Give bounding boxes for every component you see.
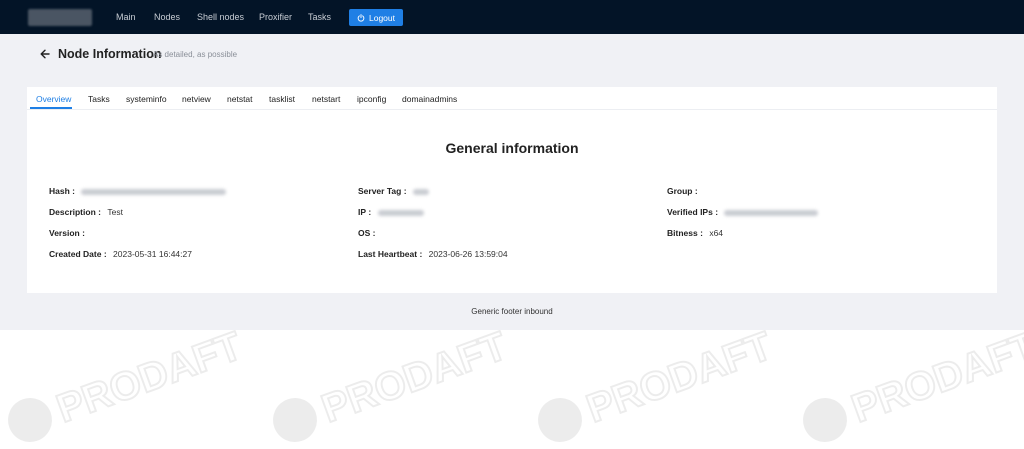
nav-item-tasks[interactable]: Tasks <box>308 12 331 22</box>
description-sep: : <box>98 207 101 217</box>
ip-value-redacted <box>377 209 424 216</box>
tab-bar: Overview Tasks systeminfo netview netsta… <box>27 87 997 110</box>
watermark-logo-icon <box>273 398 317 442</box>
back-arrow-icon[interactable] <box>39 48 51 60</box>
heartbeat-value: 2023-06-26 13:59:04 <box>428 249 508 259</box>
nav-item-proxifier[interactable]: Proxifier <box>259 12 292 22</box>
field-created-date: Created Date : 2023-05-31 16:44:27 <box>49 249 192 259</box>
watermark-tile: PRODAFT <box>8 323 249 442</box>
bitness-value: x64 <box>709 228 724 238</box>
verified-ips-sep: : <box>715 207 719 217</box>
page-title: Node Information <box>58 47 162 61</box>
top-navbar: Main Nodes Shell nodes Proxifier Tasks L… <box>0 0 1024 34</box>
section-title: General information <box>445 140 579 156</box>
power-icon <box>357 13 365 22</box>
field-server-tag: Server Tag : <box>358 186 429 196</box>
logout-label: Logout <box>369 12 395 23</box>
tab-tasklist[interactable]: tasklist <box>269 94 295 104</box>
watermark-logo-icon <box>803 398 847 442</box>
bitness-sep: : <box>700 228 703 238</box>
group-sep: : <box>694 186 698 196</box>
tab-ipconfig[interactable]: ipconfig <box>357 94 386 104</box>
tab-netview[interactable]: netview <box>182 94 211 104</box>
verified-ips-value-redacted <box>724 209 819 216</box>
created-value: 2023-05-31 16:44:27 <box>113 249 192 259</box>
tab-netstart[interactable]: netstart <box>312 94 340 104</box>
content-area: Node Information As detailed, as possibl… <box>0 34 1024 330</box>
watermark-text: PRODAFT <box>846 324 1024 431</box>
nav-item-main[interactable]: Main <box>116 12 136 22</box>
logout-button[interactable]: Logout <box>349 9 403 26</box>
watermark-text: PRODAFT <box>581 324 778 431</box>
server-tag-value-redacted <box>412 188 429 195</box>
field-os: OS : <box>358 228 376 238</box>
created-label: Created Date <box>49 249 102 259</box>
tab-netstat[interactable]: netstat <box>227 94 253 104</box>
heartbeat-sep: : <box>419 249 423 259</box>
os-label: OS <box>358 228 371 238</box>
server-tag-label: Server Tag <box>358 186 402 196</box>
field-ip: IP : <box>358 207 424 217</box>
bitness-label: Bitness <box>667 228 698 238</box>
field-hash: Hash : <box>49 186 227 196</box>
tab-overview[interactable]: Overview <box>36 94 71 104</box>
description-label: Description <box>49 207 96 217</box>
heartbeat-label: Last Heartbeat <box>358 249 418 259</box>
field-version: Version : <box>49 228 85 238</box>
server-tag-sep: : <box>403 186 407 196</box>
version-label: Version <box>49 228 80 238</box>
brand-logo[interactable] <box>28 9 92 26</box>
node-info-card: Overview Tasks systeminfo netview netsta… <box>27 87 997 293</box>
watermark-tile: PRODAFT <box>803 323 1024 442</box>
watermark-logo-icon <box>538 398 582 442</box>
field-bitness: Bitness : x64 <box>667 228 723 238</box>
field-group: Group : <box>667 186 698 196</box>
verified-ips-label: Verified IPs <box>667 207 713 217</box>
description-value: Test <box>107 207 123 217</box>
nav-item-nodes[interactable]: Nodes <box>154 12 180 22</box>
hash-sep: : <box>72 186 76 196</box>
watermark-text: PRODAFT <box>51 324 248 431</box>
tab-tasks[interactable]: Tasks <box>88 94 110 104</box>
created-sep: : <box>103 249 107 259</box>
active-tab-indicator <box>30 107 72 109</box>
watermark-text: PRODAFT <box>316 324 513 431</box>
tab-systeminfo[interactable]: systeminfo <box>126 94 167 104</box>
watermark-tile: PRODAFT <box>273 323 514 442</box>
field-verified-ips: Verified IPs : <box>667 207 819 217</box>
hash-label: Hash <box>49 186 70 196</box>
group-label: Group <box>667 186 693 196</box>
footer-text: Generic footer inbound <box>471 307 553 316</box>
os-sep: : <box>372 228 376 238</box>
nav-item-shell-nodes[interactable]: Shell nodes <box>197 12 244 22</box>
ip-label: IP <box>358 207 367 217</box>
tab-domainadmins[interactable]: domainadmins <box>402 94 457 104</box>
ip-sep: : <box>368 207 372 217</box>
page-subtitle: As detailed, as possible <box>153 50 238 59</box>
hash-value-redacted <box>81 188 227 195</box>
field-description: Description : Test <box>49 207 123 217</box>
watermark-logo-icon <box>8 398 52 442</box>
watermark-tile: PRODAFT <box>538 323 779 442</box>
field-last-heartbeat: Last Heartbeat : 2023-06-26 13:59:04 <box>358 249 508 259</box>
version-sep: : <box>82 228 85 238</box>
